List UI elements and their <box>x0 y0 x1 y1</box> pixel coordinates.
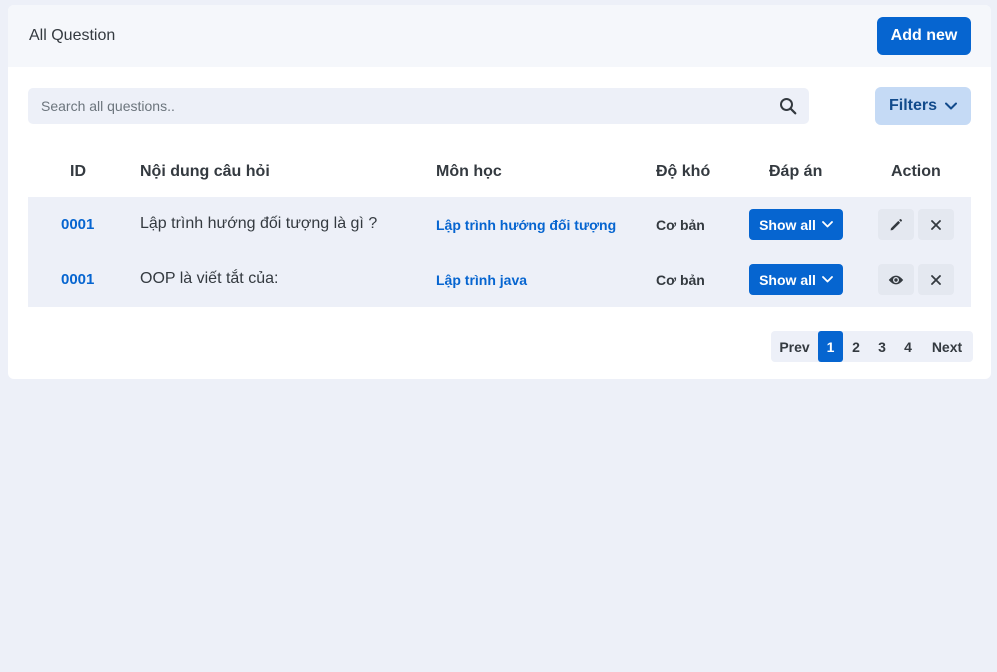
pagination-page-4[interactable]: 4 <box>895 331 921 362</box>
question-content: OOP là viết tắt của: <box>140 270 279 287</box>
table-row: 0001 OOP là viết tắt của: Lập trình java… <box>28 252 971 307</box>
close-icon <box>931 274 941 285</box>
column-header-answer: Đáp án <box>769 163 823 180</box>
difficulty-label: Cơ bản <box>656 272 705 288</box>
page-title: All Question <box>29 27 116 44</box>
pagination: Prev 1 2 3 4 Next <box>771 331 973 362</box>
show-all-label: Show all <box>759 216 816 233</box>
filters-button[interactable]: Filters <box>875 87 971 125</box>
column-header-difficulty: Độ khó <box>656 163 711 180</box>
pagination-page-1[interactable]: 1 <box>818 331 843 362</box>
pagination-prev[interactable]: Prev <box>771 331 818 362</box>
pagination-next[interactable]: Next <box>921 331 973 362</box>
question-content: Lập trình hướng đối tượng là gì ? <box>140 215 378 232</box>
column-header-content: Nội dung câu hỏi <box>140 163 270 180</box>
table-row: 0001 Lập trình hướng đối tượng là gì ? L… <box>28 197 971 252</box>
close-icon <box>931 219 941 230</box>
search-bar <box>28 88 809 124</box>
card-header: All Question Add new <box>8 5 991 67</box>
show-all-answers-button[interactable]: Show all <box>749 209 843 240</box>
show-all-answers-button[interactable]: Show all <box>749 264 843 295</box>
questions-card: All Question Add new Filters ID Nội dung… <box>8 5 991 379</box>
delete-button[interactable] <box>918 209 954 240</box>
pagination-page-3[interactable]: 3 <box>869 331 895 362</box>
table-body: 0001 Lập trình hướng đối tượng là gì ? L… <box>28 197 971 307</box>
delete-button[interactable] <box>918 264 954 295</box>
pencil-icon <box>890 218 902 230</box>
column-header-action: Action <box>891 163 941 180</box>
chevron-down-icon <box>821 221 833 228</box>
pagination-page-2[interactable]: 2 <box>843 331 869 362</box>
view-button[interactable] <box>878 264 914 295</box>
edit-button[interactable] <box>878 209 914 240</box>
question-id-link[interactable]: 0001 <box>61 216 94 233</box>
search-input[interactable] <box>28 88 768 124</box>
difficulty-label: Cơ bản <box>656 217 705 233</box>
column-header-id: ID <box>70 163 86 180</box>
question-id-link[interactable]: 0001 <box>61 271 94 288</box>
filters-label: Filters <box>888 97 937 114</box>
add-new-button[interactable]: Add new <box>877 17 971 55</box>
show-all-label: Show all <box>759 271 816 288</box>
search-icon[interactable] <box>779 97 797 115</box>
column-header-subject: Môn học <box>436 163 502 180</box>
subject-link[interactable]: Lập trình java <box>436 272 527 288</box>
eye-icon <box>888 275 904 284</box>
chevron-down-icon <box>821 276 833 283</box>
subject-link[interactable]: Lập trình hướng đối tượng <box>436 217 616 233</box>
chevron-down-icon <box>945 102 957 110</box>
